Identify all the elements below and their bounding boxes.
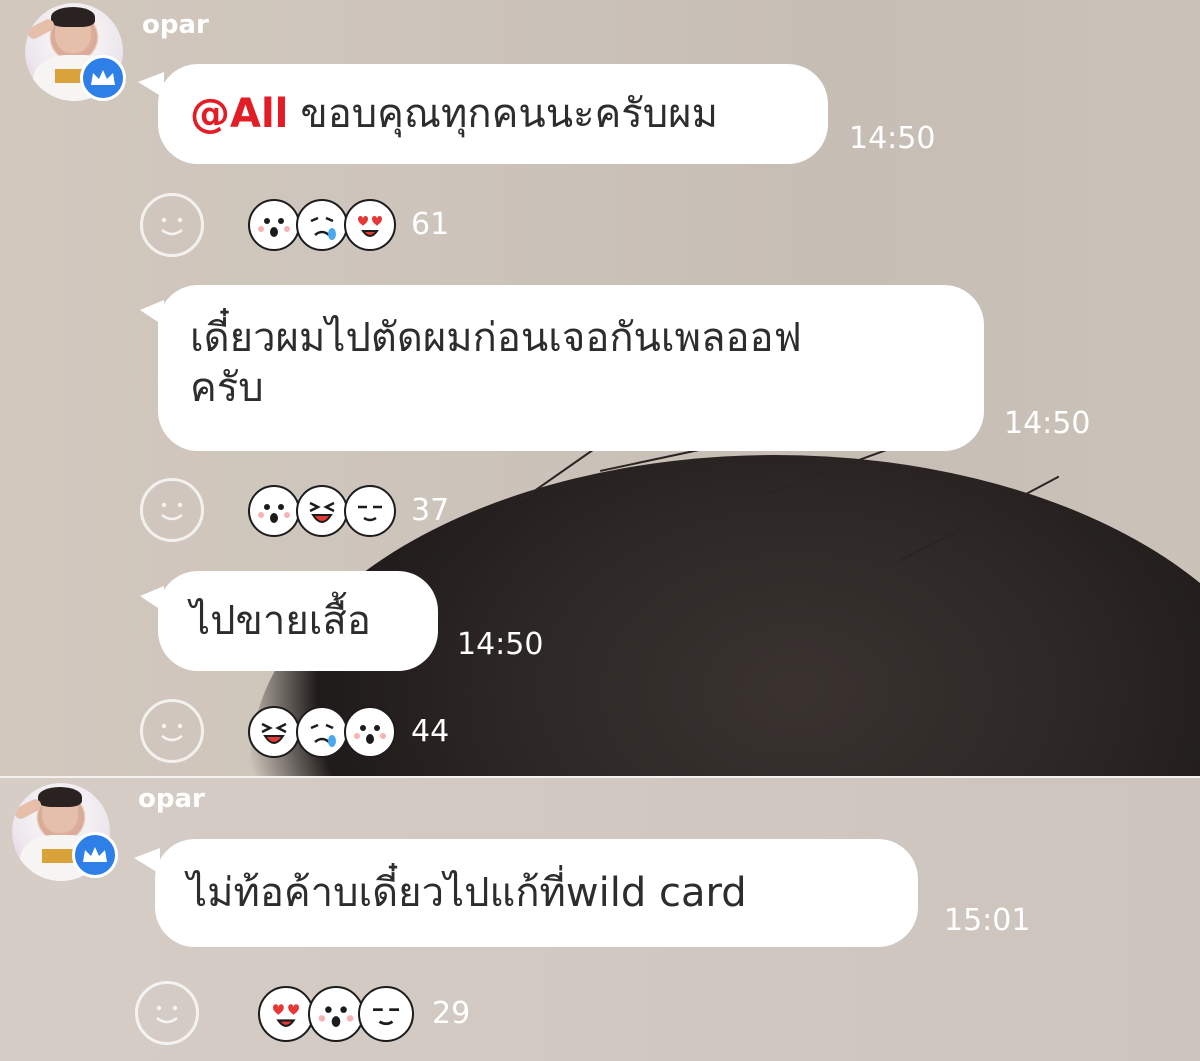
laughing-face-icon: [296, 485, 348, 537]
crown-icon: [80, 55, 126, 101]
sender-name: opar: [142, 10, 209, 40]
shocked-face-icon: [344, 706, 396, 758]
shocked-face-icon: [308, 986, 364, 1042]
reaction-count[interactable]: 61: [411, 207, 449, 242]
smiley-icon: [156, 1005, 178, 1024]
shocked-face-icon: [248, 199, 300, 251]
reaction-count[interactable]: 44: [411, 714, 449, 749]
message-bubble[interactable]: เดี๋ยวผมไปตัดผมก่อนเจอกันเพลออฟ ครับ: [158, 285, 984, 451]
heart-eyes-face-icon: [344, 199, 396, 251]
mention-all[interactable]: @All: [190, 89, 288, 139]
smiley-icon: [161, 217, 183, 236]
reaction-count[interactable]: 37: [411, 493, 449, 528]
message-bubble[interactable]: @All ขอบคุณทุกคนนะครับผม: [158, 64, 828, 164]
message-text-line: เดี๋ยวผมไปตัดผมก่อนเจอกันเพลออฟ: [190, 315, 802, 361]
crown-icon: [72, 832, 118, 878]
shocked-face-icon: [248, 485, 300, 537]
smug-face-icon: [344, 485, 396, 537]
smiley-icon: [161, 502, 183, 521]
message-text-line: ครับ: [190, 365, 264, 411]
smug-face-icon: [358, 986, 414, 1042]
message-text: ไม่ท้อค้าบเดี๋ยวไปแก้ที่wild card: [187, 870, 747, 916]
smiley-icon: [161, 723, 183, 742]
message-text: ขอบคุณทุกคนนะครับผม: [300, 91, 718, 137]
reaction-count[interactable]: 29: [432, 996, 470, 1031]
heart-eyes-face-icon: [258, 986, 314, 1042]
message-time: 14:50: [849, 121, 936, 156]
message-time: 15:01: [944, 903, 1031, 938]
add-reaction-button[interactable]: [140, 193, 204, 257]
message-bubble[interactable]: ไม่ท้อค้าบเดี๋ยวไปแก้ที่wild card: [155, 839, 918, 947]
crying-face-icon: [296, 199, 348, 251]
message-bubble[interactable]: ไปขายเสื้อ: [158, 571, 438, 671]
add-reaction-button[interactable]: [135, 981, 199, 1045]
message-text: ไปขายเสื้อ: [190, 598, 371, 644]
chat-panel-bottom: opar ไม่ท้อค้าบเดี๋ยวไปแก้ที่wild card 1…: [0, 778, 1200, 1061]
message-time: 14:50: [1004, 406, 1091, 441]
sender-name: opar: [138, 784, 205, 814]
chat-panel-top: opar @All ขอบคุณทุกคนนะครับผม 14:50 61 เ…: [0, 0, 1200, 776]
laughing-face-icon: [248, 706, 300, 758]
message-time: 14:50: [457, 627, 544, 662]
crying-face-icon: [296, 706, 348, 758]
add-reaction-button[interactable]: [140, 478, 204, 542]
add-reaction-button[interactable]: [140, 699, 204, 763]
